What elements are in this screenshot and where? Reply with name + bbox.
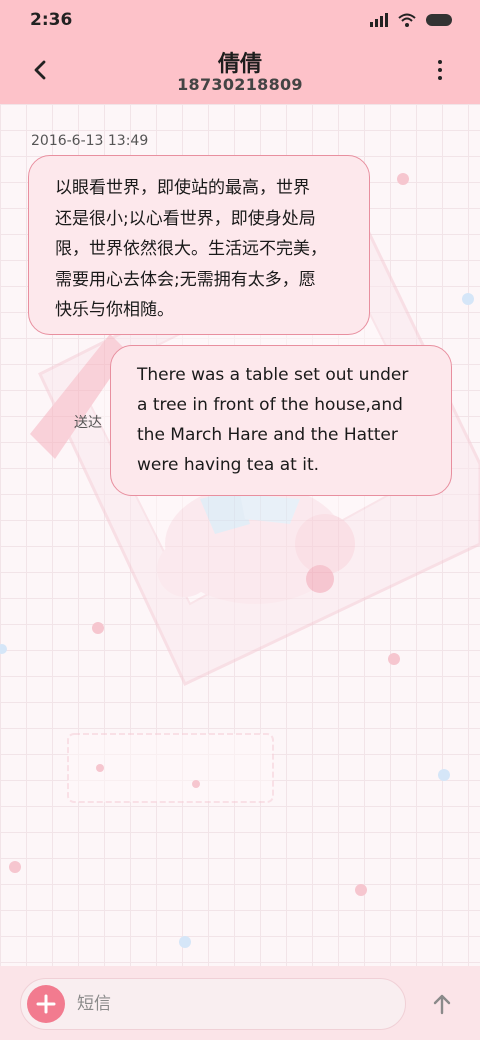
wifi-icon xyxy=(398,13,416,27)
delivery-status: 送达 xyxy=(74,415,102,431)
status-time: 2:36 xyxy=(30,10,73,30)
status-bar: 2:36 xyxy=(0,0,480,40)
conversation-header: 倩倩 18730218809 xyxy=(0,40,480,104)
message-line: the March Hare and the Hatter xyxy=(137,425,398,445)
composer-pill xyxy=(20,978,406,1030)
message-input[interactable] xyxy=(77,991,377,1017)
plus-icon xyxy=(36,994,56,1014)
status-icons xyxy=(370,13,452,27)
send-button[interactable] xyxy=(424,986,460,1022)
contact-number: 18730218809 xyxy=(177,75,303,94)
message-line: a tree in front of the house,and xyxy=(137,395,403,415)
add-attachment-button[interactable] xyxy=(27,985,65,1023)
message-line: 快乐与你相随。 xyxy=(55,300,174,320)
incoming-message-bubble[interactable]: 以眼看世界，即使站的最高，世界 还是很小;以心看世界，即使身处局 限，世界依然很… xyxy=(28,155,370,335)
more-vert-icon xyxy=(438,60,442,64)
more-options-button[interactable] xyxy=(420,52,460,88)
battery-icon xyxy=(426,14,452,26)
message-timestamp: 2016-6-13 13:49 xyxy=(31,133,149,149)
send-arrow-up-icon xyxy=(433,994,451,1015)
outgoing-message-bubble[interactable]: There was a table set out under a tree i… xyxy=(110,345,452,496)
message-line: 以眼看世界，即使站的最高，世界 xyxy=(55,178,310,198)
message-line: 限，世界依然很大。生活远不完美， xyxy=(55,239,327,259)
message-line: 还是很小;以心看世界，即使身处局 xyxy=(55,208,316,229)
message-line: were having tea at it. xyxy=(137,455,320,475)
message-line: 需要用心去体会;无需拥有太多，愿 xyxy=(55,269,316,290)
message-line: There was a table set out under xyxy=(137,365,409,385)
composer-bar xyxy=(0,966,480,1040)
signal-icon xyxy=(370,13,388,27)
contact-name: 倩倩 xyxy=(217,52,262,77)
